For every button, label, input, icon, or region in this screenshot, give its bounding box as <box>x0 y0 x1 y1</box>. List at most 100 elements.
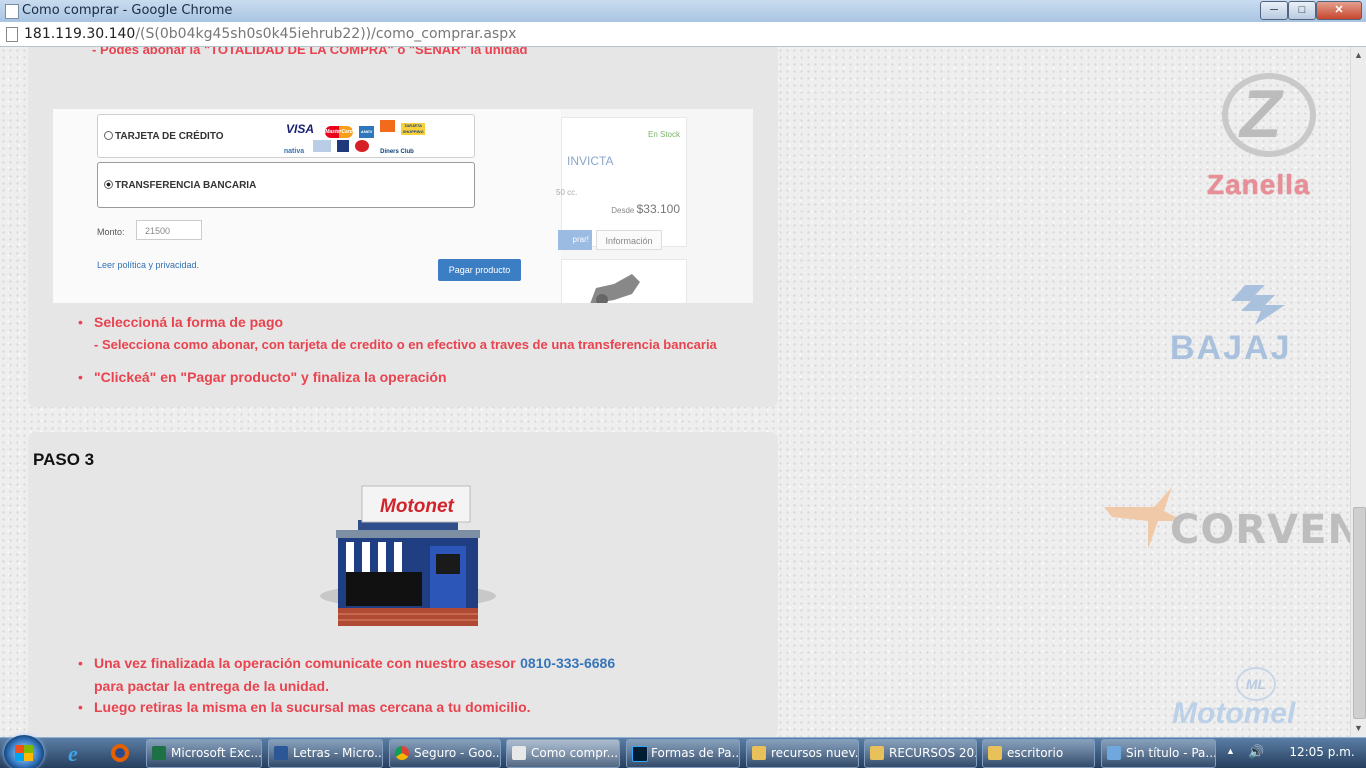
word-icon <box>274 746 288 760</box>
bullet-subtext: - Selecciona como abonar, con tarjeta de… <box>94 337 717 352</box>
windows-logo-icon <box>15 745 33 761</box>
list-item: Luego retiras la misma en la sucursal ma… <box>76 699 615 717</box>
taskbar-item-label: escritorio <box>1007 746 1064 760</box>
product-price: Desde $33.100 <box>611 202 680 216</box>
radio-selected-icon <box>104 180 113 189</box>
privacy-policy-link: Leer política y privacidad. <box>97 260 200 270</box>
price-value: $33.100 <box>636 202 680 216</box>
excel-icon <box>152 746 166 760</box>
minimize-button[interactable]: ─ <box>1260 1 1288 20</box>
taskbar-item-folder-escritorio[interactable]: escritorio <box>982 739 1095 768</box>
bullet-text: Luego retiras la misma en la sucursal ma… <box>94 699 531 715</box>
payment-form: TARJETA DE CRÉDITO VISA MasterCard AMEX TAR… <box>53 109 561 303</box>
folder-icon <box>752 746 766 760</box>
close-button[interactable]: ✕ <box>1316 1 1362 20</box>
taskbar-item-label: Como compr... <box>531 746 619 760</box>
paso2-bullets: Seleccioná la forma de pago - Selecciona… <box>76 314 717 387</box>
start-button[interactable] <box>4 735 44 768</box>
payment-screenshot: TARJETA DE CRÉDITO VISA MasterCard AMEX TAR… <box>53 109 753 303</box>
motomel-logo[interactable]: Motomel <box>1172 697 1295 731</box>
paso3-bullets: Una vez finalizada la operación comunica… <box>76 655 615 717</box>
taskbar-item-folder-recursos-20[interactable]: RECURSOS 20... <box>864 739 977 768</box>
pay-product-button: Pagar producto <box>438 259 521 281</box>
bullet-text-continued: para pactar la entrega de la unidad. <box>94 678 329 694</box>
folder-icon <box>988 746 1002 760</box>
firefox-icon[interactable] <box>102 740 138 766</box>
vertical-scrollbar[interactable]: ▲ ▼ <box>1350 47 1366 737</box>
option-credit-card: TARJETA DE CRÉDITO VISA MasterCard AMEX TAR… <box>97 114 475 158</box>
list-item: Seleccioná la forma de pago - Selecciona… <box>76 314 717 352</box>
option-transfer-label: TRANSFERENCIA BANCARIA <box>104 180 256 191</box>
monto-label: Monto: <box>97 227 125 237</box>
monto-field: 21500 <box>136 220 202 240</box>
product-cc: 50 cc. <box>556 188 578 197</box>
folder-icon <box>870 746 884 760</box>
cabal-logo <box>313 140 331 152</box>
window-title: Como comprar - Google Chrome <box>22 3 233 18</box>
taskbar-item-label: Seguro - Goo... <box>414 746 501 760</box>
taskbar-item-folder-recursos[interactable]: recursos nuev... <box>746 739 859 768</box>
bajaj-logo[interactable]: BAJAJ <box>1170 329 1291 368</box>
corven-logo[interactable]: CORVEN <box>1170 507 1350 553</box>
taskbar-item-paint[interactable]: Sin título - Pa... <box>1101 739 1216 768</box>
cencosud-logo <box>355 140 369 152</box>
maximize-button[interactable]: □ <box>1288 1 1316 20</box>
taskbar-item-label: Sin título - Pa... <box>1126 746 1216 760</box>
zanella-z-icon: Z <box>1240 76 1282 152</box>
option-card-label: TARJETA DE CRÉDITO <box>104 131 224 142</box>
taskbar-item-como-comprar[interactable]: Como compr... <box>506 739 620 768</box>
chrome-icon <box>395 746 409 760</box>
internet-explorer-icon[interactable]: e <box>60 740 96 766</box>
nativa-logo: nativa <box>283 148 305 155</box>
taskbar-item-excel[interactable]: Microsoft Exc... <box>146 739 262 768</box>
taskbar-item-label: Formas de Pa... <box>651 746 740 760</box>
clock[interactable]: 12:05 p.m. <box>1282 745 1362 759</box>
window-title-bar: Como comprar - Google Chrome ─ □ ✕ <box>0 0 1366 23</box>
address-bar[interactable]: 181.119.30.140/(S(0b04kg45sh0s0k45iehrub… <box>0 22 1366 47</box>
paso3-panel: PASO 3 Motonet Una vez finalizada la ope… <box>28 432 778 737</box>
scroll-down-icon[interactable]: ▼ <box>1354 723 1363 733</box>
show-hidden-icons-icon[interactable]: ▲ <box>1226 746 1235 756</box>
taskbar-item-photoshop[interactable]: Formas de Pa... <box>626 739 740 768</box>
taskbar-item-word[interactable]: Letras - Micro... <box>268 739 383 768</box>
paso3-title: PASO 3 <box>33 450 95 469</box>
page-content: - Podés abonar la "TOTALIDAD DE LA COMPR… <box>0 47 1350 737</box>
radio-icon <box>104 131 113 140</box>
browser-window-icon <box>512 746 526 760</box>
argencard-logo <box>337 140 349 152</box>
list-item: "Clickeá" en "Pagar producto" y finaliza… <box>76 369 717 387</box>
taskbar: e Microsoft Exc... Letras - Micro... Seg… <box>0 735 1366 768</box>
product-card: En Stock INVICTA 50 cc. Desde $33.100 pr… <box>556 117 687 250</box>
url-host: 181.119.30.140 <box>24 26 136 42</box>
info-button: Información <box>596 230 662 250</box>
diners-logo: Diners Club <box>380 149 414 155</box>
phone-number[interactable]: 0810-333-6686 <box>520 655 615 671</box>
bullet-title: "Clickeá" en "Pagar producto" y finaliza… <box>94 369 447 385</box>
shopping-logo: TARJETA SHOPPING <box>401 123 425 135</box>
motorcycle-icon <box>590 274 640 303</box>
price-prefix: Desde <box>611 206 635 215</box>
taskbar-item-label: recursos nuev... <box>771 746 859 760</box>
document-icon <box>6 27 18 42</box>
url-text[interactable]: 181.119.30.140/(S(0b04kg45sh0s0k45iehrub… <box>24 26 516 42</box>
taskbar-item-label: Microsoft Exc... <box>171 746 262 760</box>
option-transfer-text: TRANSFERENCIA BANCARIA <box>115 180 257 191</box>
motonet-store-illustration: Motonet <box>318 484 498 636</box>
url-path: /(S(0b04kg45sh0s0k45iehrub22))/como_comp… <box>135 26 517 42</box>
buy-button: prar! <box>558 230 592 250</box>
zanella-logo[interactable]: Zanella <box>1207 169 1310 201</box>
product-name: INVICTA <box>567 154 614 168</box>
paso2-partial-text: - Podés abonar la "TOTALIDAD DE LA COMPR… <box>92 47 528 57</box>
option-card-text: TARJETA DE CRÉDITO <box>115 131 224 142</box>
store-sign-text: Motonet <box>380 496 454 517</box>
paso2-panel: - Podés abonar la "TOTALIDAD DE LA COMPR… <box>28 47 778 407</box>
bajaj-mark-icon <box>1231 285 1285 325</box>
scroll-up-icon[interactable]: ▲ <box>1354 50 1363 60</box>
volume-icon[interactable]: 🔊 <box>1248 744 1264 760</box>
amex-logo: AMEX <box>359 126 374 138</box>
scroll-thumb[interactable] <box>1353 507 1366 719</box>
visa-logo: VISA <box>285 122 314 136</box>
taskbar-item-chrome[interactable]: Seguro - Goo... <box>389 739 501 768</box>
motomel-badge-icon: ML <box>1236 667 1276 701</box>
svg-text:e: e <box>68 741 78 766</box>
